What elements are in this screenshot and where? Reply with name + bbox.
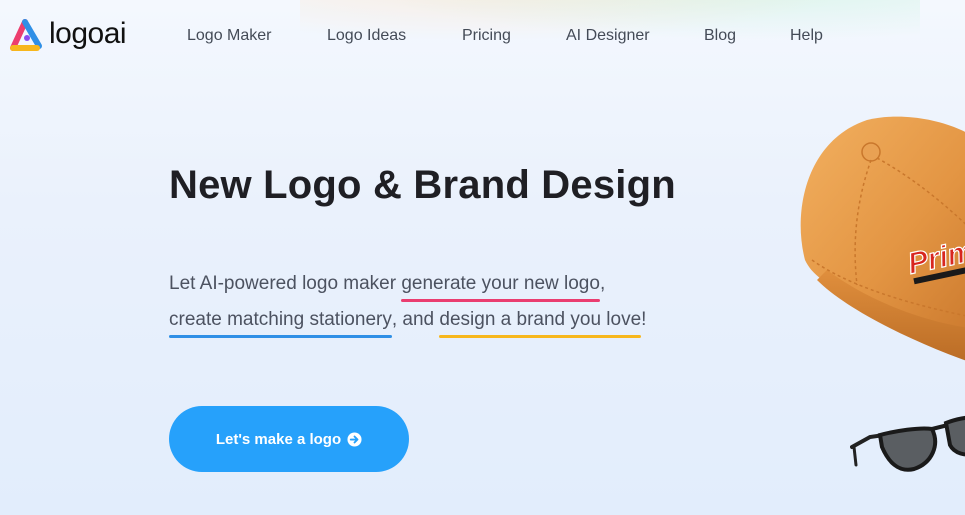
subtitle-text-4: !: [641, 309, 647, 330]
arrow-circle-right-icon: [347, 431, 362, 447]
highlight-stationery: create matching stationery: [169, 302, 392, 338]
make-logo-button[interactable]: Let's make a logo: [169, 406, 409, 472]
subtitle-text-3: , and: [391, 309, 440, 330]
nav-pricing[interactable]: Pricing: [462, 26, 511, 46]
brand-logo[interactable]: logoai: [7, 14, 127, 54]
subtitle-text-2: ,: [599, 273, 606, 294]
hero-subtitle: Let AI-powered logo maker generate your …: [169, 266, 769, 338]
hero-title: New Logo & Brand Design: [169, 163, 676, 207]
nav-help[interactable]: Help: [790, 26, 823, 46]
nav-logo-ideas[interactable]: Logo Ideas: [327, 26, 406, 46]
site-header: logoai Logo Maker Logo Ideas Pricing AI …: [0, 0, 965, 72]
triangle-logo-icon: [10, 19, 42, 51]
nav-blog[interactable]: Blog: [704, 26, 736, 46]
brand-name: logoai: [49, 17, 127, 50]
sunglasses-image: [850, 415, 965, 472]
make-logo-button-label: Let's make a logo: [215, 430, 342, 448]
nav-ai-designer[interactable]: AI Designer: [566, 26, 650, 46]
nav-logo-maker[interactable]: Logo Maker: [187, 26, 272, 46]
highlight-brand: design a brand you love: [439, 302, 641, 338]
orange-cap-image: Prim: [800, 116, 965, 361]
highlight-generate-logo: generate your new logo: [401, 266, 600, 302]
subtitle-text-1: Let AI-powered logo maker: [169, 273, 402, 294]
